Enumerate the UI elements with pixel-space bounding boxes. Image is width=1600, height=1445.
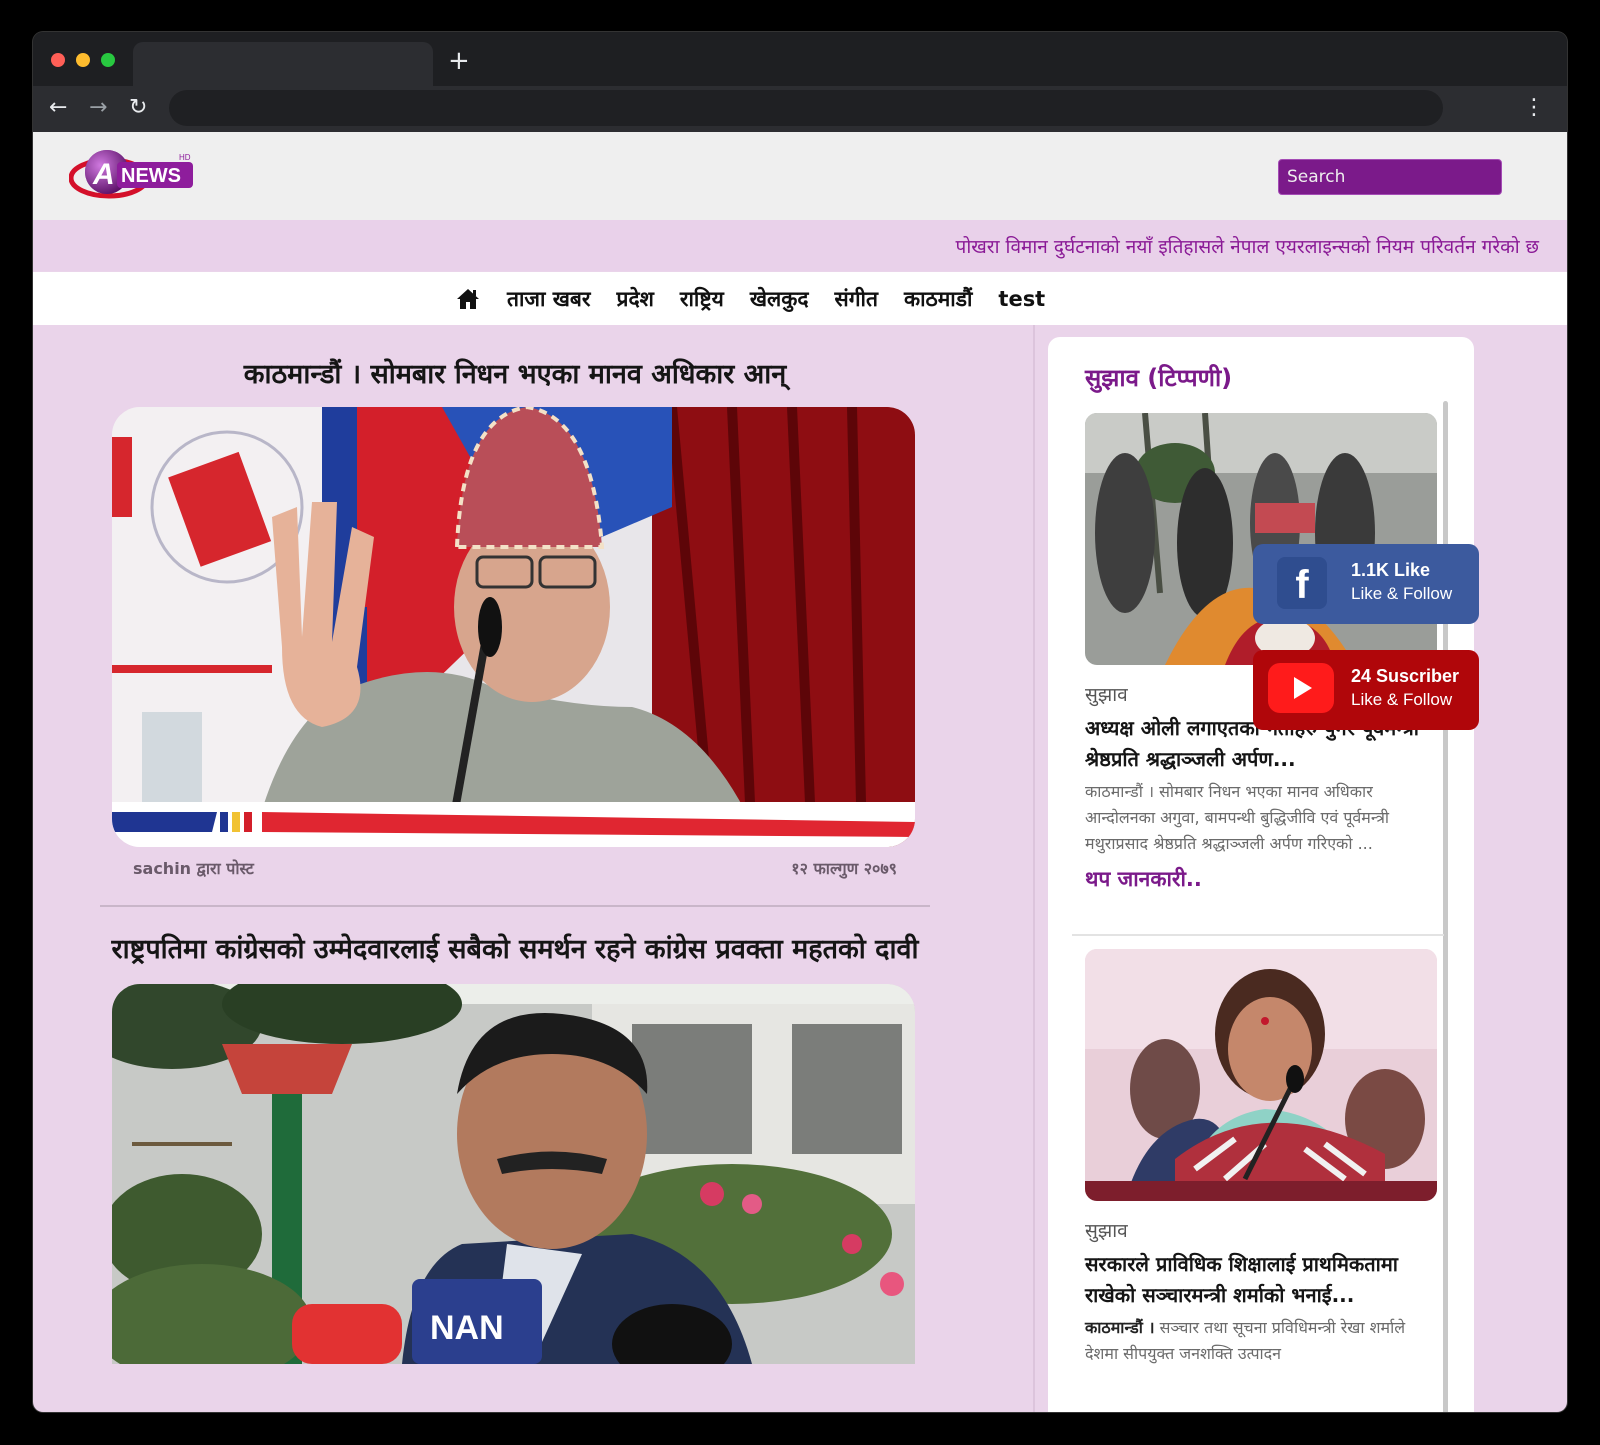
facebook-follow-widget[interactable]: f 1.1K Like Like & Follow <box>1253 544 1479 624</box>
main-content: काठमान्डौं । सोमबार निधन भएका मानव अधिका… <box>33 325 1033 1412</box>
news-ticker: पोखरा विमान दुर्घटनाको नयाँ इतिहासले नेप… <box>33 220 1567 271</box>
close-window-button[interactable] <box>51 53 65 67</box>
nav-item-latest[interactable]: ताजा खबर <box>507 285 591 313</box>
article-card: राष्ट्रपतिमा कांग्रेसको उम्मेदवारलाई सबै… <box>101 930 929 1364</box>
logo-text: NEWS <box>121 165 181 187</box>
reload-icon[interactable]: ↻ <box>129 94 147 122</box>
youtube-subscriber-count: 24 Suscriber <box>1351 666 1460 686</box>
read-more-link[interactable]: थप जानकारी.. <box>1085 865 1437 893</box>
youtube-subscribe-widget[interactable]: 24 Suscriber Like & Follow <box>1253 650 1479 730</box>
facebook-icon: f <box>1277 557 1327 609</box>
browser-tab[interactable] <box>133 42 433 86</box>
facebook-like-count: 1.1K Like <box>1351 560 1431 580</box>
article-title[interactable]: राष्ट्रपतिमा कांग्रेसको उम्मेदवारलाई सबै… <box>101 930 929 970</box>
search-input[interactable] <box>1278 159 1502 195</box>
ticker-headline[interactable]: पोखरा विमान दुर्घटनाको नयाँ इतिहासले नेप… <box>956 233 1539 259</box>
article-meta: sachin द्वारा पोस्ट १२ फाल्गुण २०७९ <box>101 847 929 878</box>
suggestion-category: सुझाव <box>1085 1220 1128 1242</box>
facebook-follow-label: Like & Follow <box>1351 584 1453 603</box>
minimize-window-button[interactable] <box>76 53 90 67</box>
browser-toolbar: ← → ↻ ⋮ <box>33 86 1567 132</box>
description-lead: काठमान्डौं । <box>1085 1318 1155 1337</box>
suggestion-divider <box>1072 934 1444 936</box>
new-tab-button[interactable]: + <box>448 46 470 76</box>
address-bar[interactable] <box>169 90 1443 126</box>
article-image[interactable]: NAN <box>112 984 915 1364</box>
suggestion-headline[interactable]: सरकारले प्राविधिक शिक्षालाई प्राथमिकतामा… <box>1085 1249 1437 1311</box>
browser-menu-icon[interactable]: ⋮ <box>1523 94 1545 122</box>
forward-icon[interactable]: → <box>89 94 107 122</box>
logo-badge: HD <box>179 153 191 162</box>
tab-bar: + <box>33 32 1567 86</box>
maximize-window-button[interactable] <box>101 53 115 67</box>
suggestion-card: सुझाव सरकारले प्राविधिक शिक्षालाई प्राथम… <box>1085 949 1437 1367</box>
site-logo[interactable]: A NEWS HD <box>69 144 199 204</box>
browser-window: + ← → ↻ ⋮ A NEWS HD Search पोखरा विमान द… <box>33 32 1567 1412</box>
column-divider <box>1033 325 1035 1412</box>
suggestion-description: काठमान्डौं । सञ्चार तथा सूचना प्रविधिमन्… <box>1085 1315 1437 1367</box>
suggestion-description: काठमान्डौं । सोमबार निधन भएका मानव अधिका… <box>1085 782 1390 853</box>
youtube-follow-label: Like & Follow <box>1351 690 1453 709</box>
nav-item-national[interactable]: राष्ट्रिय <box>680 285 724 313</box>
main-nav: ताजा खबर प्रदेश राष्ट्रिय खेलकुद संगीत क… <box>33 272 1567 325</box>
nav-item-music[interactable]: संगीत <box>835 285 878 313</box>
article-divider <box>100 905 930 907</box>
article-date: १२ फाल्गुण २०७९ <box>791 859 897 878</box>
article-image[interactable] <box>112 407 915 847</box>
article-title[interactable]: काठमान्डौं । सोमबार निधन भएका मानव अधिका… <box>101 355 929 395</box>
suggestion-image[interactable] <box>1085 949 1437 1201</box>
nav-item-test[interactable]: test <box>998 287 1045 311</box>
sidebar-title: सुझाव (टिप्पणी) <box>1085 364 1233 392</box>
back-icon[interactable]: ← <box>49 94 67 122</box>
home-icon[interactable] <box>455 287 481 311</box>
web-page: A NEWS HD पोखरा विमान दुर्घटनाको नयाँ इत… <box>33 132 1567 1412</box>
youtube-icon <box>1268 663 1334 713</box>
suggestions-sidebar: सुझाव (टिप्पणी) सुझाव अध्यक्ष ओली लगाएतक… <box>1048 337 1474 1412</box>
mic-label: NAN <box>430 1309 504 1347</box>
article-card: काठमान्डौं । सोमबार निधन भएका मानव अधिका… <box>101 355 929 878</box>
nav-item-kathmandu[interactable]: काठमाडौं <box>904 285 972 313</box>
suggestion-image[interactable] <box>1085 413 1437 665</box>
svg-text:A: A <box>92 158 115 191</box>
article-author: sachin द्वारा पोस्ट <box>133 859 254 878</box>
nav-item-sports[interactable]: खेलकुद <box>750 285 809 313</box>
site-header: A NEWS HD <box>33 132 1567 220</box>
nav-item-province[interactable]: प्रदेश <box>617 285 654 313</box>
